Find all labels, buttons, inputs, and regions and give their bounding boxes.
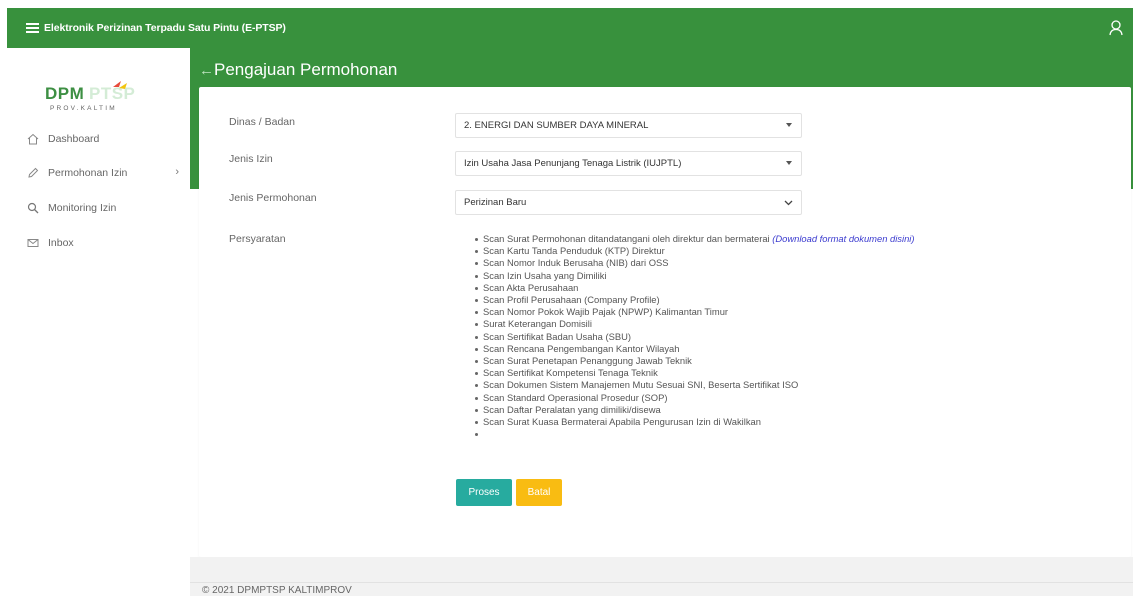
list-item: Scan Surat Kuasa Bermaterai Apabila Peng…	[475, 416, 915, 428]
mail-icon	[26, 237, 39, 250]
list-item: Scan Daftar Peralatan yang dimiliki/dise…	[475, 404, 915, 416]
pencil-icon	[26, 167, 39, 180]
list-item: Scan Sertifikat Kompetensi Tenaga Teknik	[475, 367, 915, 379]
footer-divider	[190, 582, 1133, 583]
page-title: Pengajuan Permohonan	[214, 60, 398, 79]
svg-text:PROV.KALTIM: PROV.KALTIM	[50, 105, 117, 112]
sidebar-item-monitoring-izin[interactable]: Monitoring Izin	[7, 196, 190, 220]
menu-icon[interactable]	[26, 23, 39, 33]
dinas-label: Dinas / Badan	[229, 116, 295, 128]
batal-button[interactable]: Batal	[516, 479, 562, 506]
chevron-down-icon	[784, 200, 793, 206]
sidebar: DPM PTSP PROV.KALTIM Dashboard Permohona…	[7, 48, 190, 596]
jenis-permohonan-select[interactable]: Perizinan Baru	[455, 190, 802, 215]
sidebar-item-label: Monitoring Izin	[48, 202, 117, 214]
list-item: Scan Rencana Pengembangan Kantor Wilayah	[475, 343, 915, 355]
user-icon[interactable]	[1109, 20, 1123, 36]
list-item: Scan Standard Operasional Prosedur (SOP)	[475, 392, 915, 404]
list-item: Scan Izin Usaha yang Dimiliki	[475, 270, 915, 282]
sidebar-item-label: Inbox	[48, 237, 74, 249]
proses-button[interactable]: Proses	[456, 479, 512, 506]
dinas-value: 2. ENERGI DAN SUMBER DAYA MINERAL	[464, 120, 649, 131]
jenis-izin-label: Jenis Izin	[229, 153, 273, 165]
top-bar: Elektronik Perizinan Terpadu Satu Pintu …	[7, 8, 1133, 48]
list-item: Scan Profil Perusahaan (Company Profile)	[475, 294, 915, 306]
jenis-izin-select[interactable]: Izin Usaha Jasa Penunjang Tenaga Listrik…	[455, 151, 802, 176]
list-item: Scan Nomor Pokok Wajib Pajak (NPWP) Kali…	[475, 306, 915, 318]
page: Elektronik Perizinan Terpadu Satu Pintu …	[0, 0, 1133, 596]
sidebar-item-permohonan-izin[interactable]: Permohonan Izin ›	[7, 161, 190, 185]
jenis-izin-value: Izin Usaha Jasa Penunjang Tenaga Listrik…	[464, 158, 682, 169]
list-item: Scan Akta Perusahaan	[475, 282, 915, 294]
back-arrow-icon[interactable]: ←	[199, 62, 214, 79]
list-item: Surat Keterangan Domisili	[475, 318, 915, 330]
dpmptsp-logo-icon: DPM PTSP PROV.KALTIM	[45, 81, 135, 112]
requirements-list: Scan Surat Permohonan ditandatangani ole…	[475, 233, 915, 437]
sidebar-item-inbox[interactable]: Inbox	[7, 231, 190, 255]
list-item: Scan Surat Penetapan Penanggung Jawab Te…	[475, 355, 915, 367]
dinas-select[interactable]: 2. ENERGI DAN SUMBER DAYA MINERAL	[455, 113, 802, 138]
search-icon	[26, 202, 39, 215]
download-format-link[interactable]: (Download format dokumen disini)	[772, 233, 914, 244]
list-item: Scan Kartu Tanda Penduduk (KTP) Direktur	[475, 245, 915, 257]
sidebar-item-dashboard[interactable]: Dashboard	[7, 127, 190, 151]
chevron-right-icon: ›	[175, 166, 179, 178]
persyaratan-label: Persyaratan	[229, 233, 286, 245]
requirement-text: Scan Surat Permohonan ditandatangani ole…	[483, 233, 773, 244]
caret-down-icon	[786, 123, 792, 127]
sidebar-item-label: Permohonan Izin	[48, 167, 128, 179]
app-title: Elektronik Perizinan Terpadu Satu Pintu …	[44, 22, 286, 34]
logo: DPM PTSP PROV.KALTIM	[35, 78, 155, 114]
list-item: Scan Sertifikat Badan Usaha (SBU)	[475, 331, 915, 343]
jenis-permohonan-value: Perizinan Baru	[464, 197, 527, 208]
footer-copyright: © 2021 DPMPTSP KALTIMPROV	[202, 585, 352, 596]
svg-text:PTSP: PTSP	[89, 84, 135, 103]
sidebar-item-label: Dashboard	[48, 133, 100, 145]
caret-down-icon	[786, 161, 792, 165]
list-item: Scan Dokumen Sistem Manajemen Mutu Sesua…	[475, 379, 915, 391]
jenis-permohonan-label: Jenis Permohonan	[229, 192, 317, 204]
list-item: Scan Nomor Induk Berusaha (NIB) dari OSS	[475, 257, 915, 269]
list-item: Scan Surat Permohonan ditandatangani ole…	[475, 233, 915, 245]
home-icon	[26, 133, 39, 146]
svg-text:DPM: DPM	[45, 84, 84, 103]
